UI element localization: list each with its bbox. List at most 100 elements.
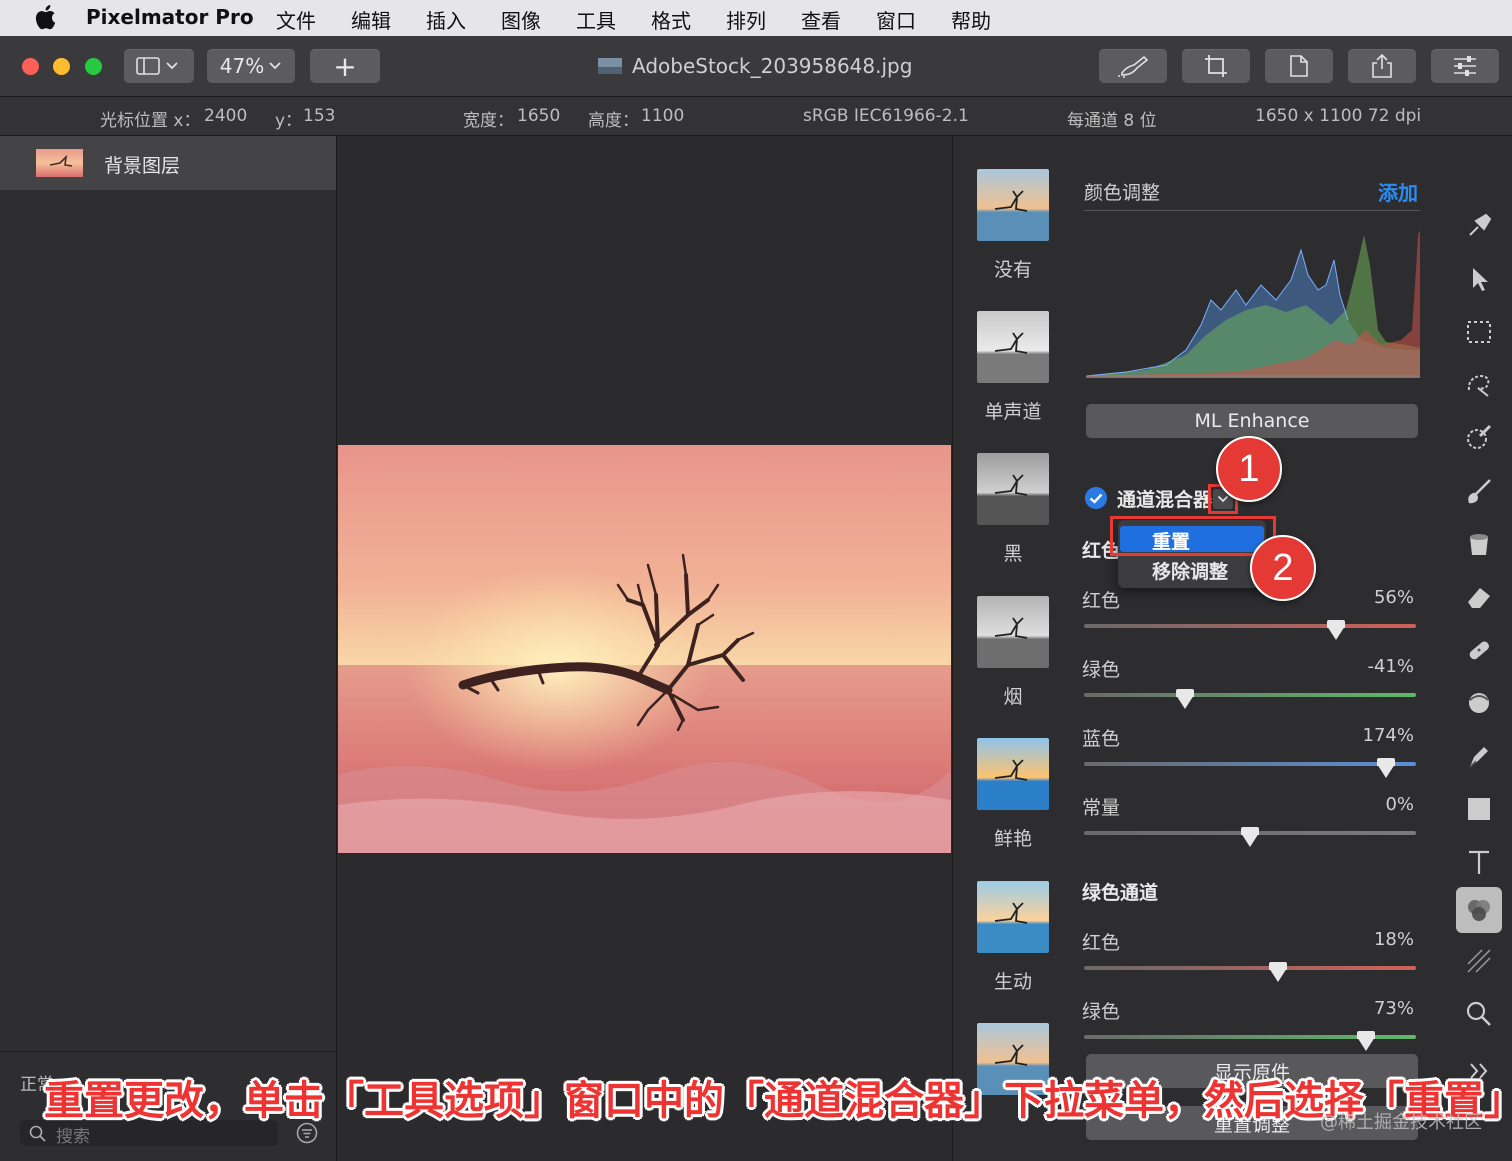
menu-file[interactable]: 文件: [276, 5, 316, 34]
zoom-window-button[interactable]: [85, 58, 102, 75]
cursor-x-value: 2400: [204, 106, 248, 126]
app-menu[interactable]: Pixelmator Pro: [86, 5, 254, 29]
close-window-button[interactable]: [22, 58, 39, 75]
magic-selection-icon[interactable]: [1464, 370, 1494, 400]
slider-label: 绿色: [1082, 1001, 1121, 1023]
pen-tool-icon[interactable]: [1464, 741, 1494, 771]
menu-bar: Pixelmator Pro 文件 编辑 插入 图像 工具 格式 排列 查看 窗…: [0, 0, 1512, 36]
cursor-y-value: 153: [303, 106, 336, 126]
green-channel-header: 绿色通道: [1082, 882, 1159, 904]
preset-item[interactable]: 黑: [977, 453, 1049, 566]
color-adjustments-icon: [1468, 900, 1490, 921]
crop-icon: [1205, 55, 1227, 77]
preset-item[interactable]: 烟: [977, 596, 1049, 709]
slider-label: 红色: [1082, 590, 1121, 612]
zoom-tool-icon[interactable]: [1464, 999, 1494, 1029]
paint-brush-icon[interactable]: [1464, 476, 1494, 506]
slider-label: 绿色: [1082, 659, 1121, 681]
preset-item[interactable]: 单声道: [977, 311, 1049, 424]
preset-item[interactable]: 没有: [977, 169, 1049, 282]
menu-arrange[interactable]: 排列: [726, 5, 766, 34]
menu-image[interactable]: 图像: [501, 5, 541, 34]
retouch-button[interactable]: [1099, 49, 1167, 83]
presets-column: 没有单声道黑烟鲜艳生动: [952, 136, 1073, 1161]
slider-value[interactable]: 73%: [1334, 998, 1414, 1019]
document-title: AdobeStock_203958648.jpg: [632, 54, 913, 78]
preset-item[interactable]: 鲜艳: [977, 738, 1049, 851]
preset-label: 没有: [993, 259, 1032, 281]
document-title-area: AdobeStock_203958648.jpg: [598, 54, 912, 78]
crop-button[interactable]: [1182, 49, 1250, 83]
apple-logo-icon[interactable]: [34, 4, 56, 30]
share-icon: [1372, 53, 1392, 78]
color-adjust-tool-active[interactable]: [1456, 887, 1502, 933]
share-button[interactable]: [1348, 49, 1416, 83]
rectangular-selection-icon[interactable]: [1464, 317, 1494, 347]
slider-knob[interactable]: [1357, 1031, 1376, 1051]
slider-knob[interactable]: [1176, 689, 1195, 709]
zoom-dropdown[interactable]: 47%: [207, 49, 295, 83]
menu-edit[interactable]: 编辑: [351, 5, 391, 34]
layer-row[interactable]: 背景图层: [0, 136, 336, 190]
layer-thumbnail: [36, 149, 83, 177]
menu-insert[interactable]: 插入: [426, 5, 466, 34]
window-toolbar: 47% + AdobeStock_203958648.jpg: [0, 36, 1512, 97]
search-icon: [29, 1125, 46, 1142]
menu-view[interactable]: 查看: [801, 5, 841, 34]
watermark: @稀土掘金技术社区: [1320, 1112, 1482, 1133]
slider-value[interactable]: 18%: [1334, 929, 1414, 950]
callout-step-2: 2: [1250, 535, 1316, 601]
slider-value[interactable]: 0%: [1334, 794, 1414, 815]
menu-item-remove[interactable]: 移除调整: [1152, 557, 1228, 584]
effects-tool-icon[interactable]: [1464, 946, 1494, 976]
slider-track[interactable]: [1084, 762, 1416, 766]
arrange-tool-icon[interactable]: [1464, 264, 1494, 294]
menu-window[interactable]: 窗口: [876, 5, 916, 34]
slider-track[interactable]: [1084, 624, 1416, 628]
preset-thumbnail: [977, 453, 1049, 525]
slider-knob[interactable]: [1269, 962, 1288, 982]
eraser-icon[interactable]: [1464, 582, 1494, 612]
format-button[interactable]: [1265, 49, 1333, 83]
document-image[interactable]: [338, 445, 951, 853]
preset-label: 鲜艳: [993, 828, 1032, 850]
slider-knob[interactable]: [1377, 758, 1396, 778]
height-label: 高度：: [588, 111, 639, 131]
color-profile: sRGB IEC61966-2.1: [803, 106, 969, 126]
type-tool-icon[interactable]: [1464, 847, 1494, 877]
shape-tool-icon[interactable]: [1464, 794, 1494, 824]
preset-thumbnail: [977, 738, 1049, 810]
tool-options-button[interactable]: [1431, 49, 1499, 83]
slider-knob[interactable]: [1241, 827, 1259, 847]
retouch-bandage-icon[interactable]: [1464, 635, 1494, 665]
menu-format[interactable]: 格式: [651, 5, 691, 34]
width-label: 宽度：: [463, 111, 514, 131]
preset-label: 生动: [993, 971, 1032, 993]
image-canvas[interactable]: [337, 136, 951, 1161]
paint-bucket-icon[interactable]: [1464, 529, 1494, 559]
preset-label: 单声道: [984, 401, 1042, 423]
distort-tool-icon[interactable]: [1464, 688, 1494, 718]
document-icon: [1290, 55, 1308, 77]
image-file-icon: [598, 58, 622, 74]
slider-value[interactable]: 174%: [1334, 725, 1414, 746]
slider-knob[interactable]: [1327, 620, 1346, 640]
menu-tools[interactable]: 工具: [576, 5, 616, 34]
add-button[interactable]: +: [310, 49, 380, 83]
slider-track[interactable]: [1084, 693, 1416, 697]
slider-value[interactable]: 56%: [1334, 587, 1414, 608]
sliders-icon: [1454, 56, 1476, 76]
style-tool-icon[interactable]: [1464, 211, 1494, 241]
preset-thumbnail: [977, 596, 1049, 668]
menu-help[interactable]: 帮助: [951, 5, 991, 34]
width-value: 1650: [517, 106, 561, 126]
tutorial-caption: 重置更改，单击「工具选项」窗口中的「通道混合器」下拉菜单，然后选择「重置」: [44, 1078, 1512, 1124]
resolution: 1650 x 1100 72 dpi: [1255, 106, 1422, 126]
minimize-window-button[interactable]: [53, 58, 70, 75]
slider-track[interactable]: [1084, 966, 1416, 970]
preset-item[interactable]: 生动: [977, 881, 1049, 994]
sidebar-toggle-button[interactable]: [124, 49, 194, 83]
height-value: 1100: [641, 106, 685, 126]
color-selection-icon[interactable]: [1464, 423, 1494, 453]
slider-value[interactable]: -41%: [1334, 656, 1414, 677]
